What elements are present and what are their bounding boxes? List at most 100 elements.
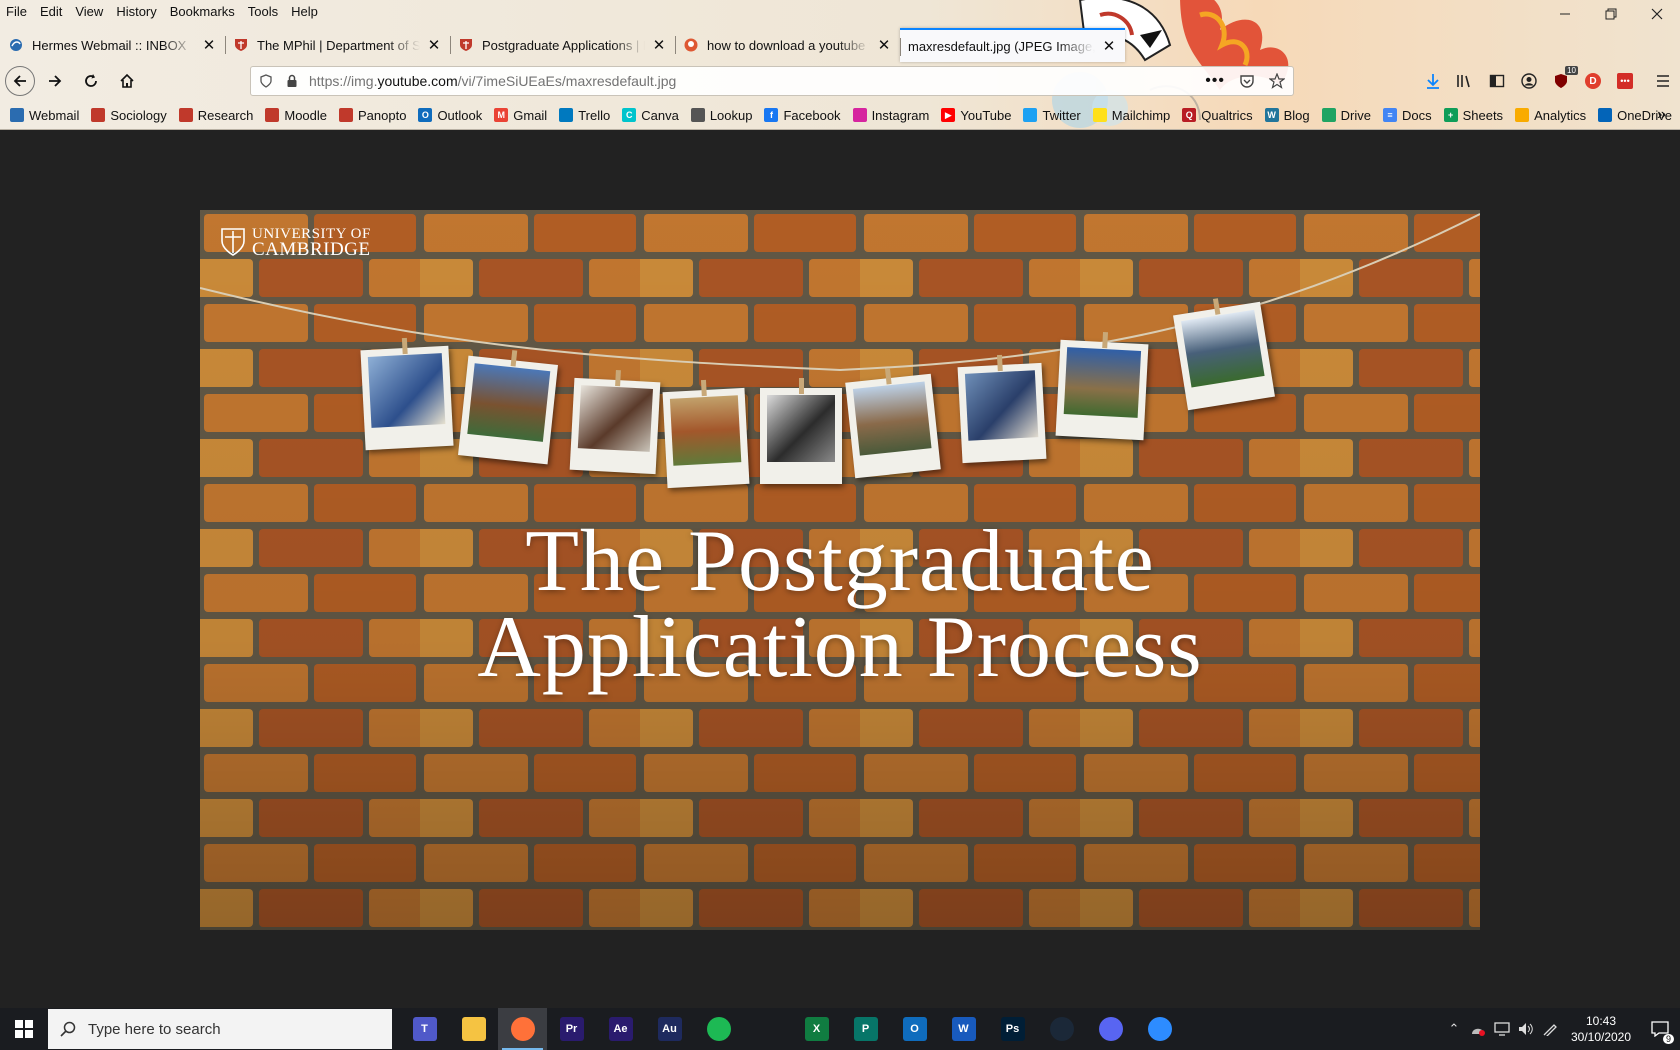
- bookmark-panopto[interactable]: Panopto: [339, 108, 406, 123]
- bookmark-star-icon[interactable]: [1269, 73, 1285, 89]
- bookmark-label: Research: [197, 107, 254, 123]
- url-text[interactable]: https://img.youtube.com/vi/7imeSiUEaEs/m…: [309, 73, 1205, 89]
- back-button[interactable]: [5, 66, 35, 96]
- bookmark-canva[interactable]: C Canva: [622, 108, 679, 123]
- action-center-button[interactable]: 9: [1640, 1008, 1680, 1050]
- more-bookmarks-chevron-icon[interactable]: »: [1657, 100, 1666, 129]
- pocket-icon[interactable]: [1239, 73, 1255, 89]
- bookmark-sociology[interactable]: Sociology: [91, 108, 167, 123]
- close-window-button[interactable]: [1634, 0, 1680, 28]
- taskbar-app-excel[interactable]: X: [792, 1008, 841, 1050]
- tab-close-icon[interactable]: ✕: [651, 36, 667, 54]
- taskbar-app-publisher[interactable]: P: [841, 1008, 890, 1050]
- taskbar-app-outlook[interactable]: O: [890, 1008, 939, 1050]
- bookmark-analytics[interactable]: Analytics: [1515, 108, 1586, 123]
- profile-extension-button[interactable]: D: [1582, 70, 1604, 92]
- bookmark-youtube[interactable]: ▶ YouTube: [941, 108, 1011, 123]
- taskbar-app-steam[interactable]: [1037, 1008, 1086, 1050]
- menu-file[interactable]: File: [6, 4, 27, 19]
- after-effects-icon: Ae: [608, 1017, 633, 1041]
- bookmark-moodle[interactable]: Moodle: [265, 108, 327, 123]
- lastpass-button[interactable]: •••: [1614, 70, 1636, 92]
- tab-postgraduate-applications[interactable]: Postgraduate Applications | Department ✕: [450, 28, 675, 62]
- tray-app-icon[interactable]: [1466, 1008, 1490, 1050]
- lock-icon[interactable]: [285, 74, 299, 88]
- menu-view[interactable]: View: [75, 4, 103, 19]
- taskbar-app-discord[interactable]: [1086, 1008, 1135, 1050]
- tab-maxresdefault-image[interactable]: maxresdefault.jpg (JPEG Image, 1280 ✕: [900, 28, 1125, 62]
- tab-close-icon[interactable]: ✕: [1101, 37, 1117, 55]
- home-button[interactable]: [111, 65, 143, 97]
- bookmarks-toolbar: Webmail Sociology Research Moodle Panopto O Ou…: [0, 100, 1680, 129]
- bookmark-label: Mailchimp: [1111, 107, 1171, 123]
- url-bar[interactable]: https://img.youtube.com/vi/7imeSiUEaEs/m…: [250, 66, 1294, 96]
- bookmark-drive[interactable]: Drive: [1321, 108, 1371, 123]
- menu-bookmarks[interactable]: Bookmarks: [170, 4, 235, 19]
- system-clock[interactable]: 10:43 30/10/2020: [1562, 1013, 1640, 1045]
- minimize-button[interactable]: [1542, 0, 1588, 28]
- menu-history[interactable]: History: [116, 4, 156, 19]
- taskbar-search-input[interactable]: Type here to search: [48, 1009, 392, 1049]
- taskbar-app-zoom[interactable]: [1135, 1008, 1184, 1050]
- account-button[interactable]: [1518, 70, 1540, 92]
- cambridge-crest-icon: [221, 228, 245, 256]
- file-explorer-icon: [461, 1017, 486, 1041]
- bookmark-blog[interactable]: W Blog: [1264, 108, 1310, 123]
- taskbar-app-audition[interactable]: Au: [645, 1008, 694, 1050]
- taskbar-app-after-effects[interactable]: Ae: [596, 1008, 645, 1050]
- tab-close-icon[interactable]: ✕: [876, 36, 892, 54]
- open-menu-button[interactable]: [1652, 70, 1674, 92]
- menu-help[interactable]: Help: [291, 4, 318, 19]
- taskbar-app-spotify[interactable]: [694, 1008, 743, 1050]
- bookmark-sheets[interactable]: + Sheets: [1443, 108, 1503, 123]
- bookmark-instagram[interactable]: Instagram: [852, 108, 929, 123]
- show-hidden-icons-chevron-icon[interactable]: ⌃: [1442, 1008, 1466, 1050]
- bookmark-trello[interactable]: Trello: [559, 108, 610, 123]
- taskbar-app-photoshop[interactable]: Ps: [988, 1008, 1037, 1050]
- bookmark-outlook[interactable]: O Outlook: [418, 108, 482, 123]
- home-icon: [120, 73, 134, 88]
- bookmark-twitter[interactable]: Twitter: [1023, 108, 1081, 123]
- bookmark-qualtrics[interactable]: Q Qualtrics: [1182, 108, 1253, 123]
- taskbar-app-word[interactable]: W: [939, 1008, 988, 1050]
- mailchimp-icon: [1092, 108, 1107, 122]
- bookmark-gmail[interactable]: M Gmail: [494, 108, 547, 123]
- start-button[interactable]: [0, 1008, 48, 1050]
- menu-edit[interactable]: Edit: [40, 4, 62, 19]
- bookmark-facebook[interactable]: f Facebook: [764, 107, 841, 123]
- bookmark-webmail[interactable]: Webmail: [10, 108, 79, 123]
- displayed-image[interactable]: UNIVERSITY OF CAMBRIDGE The Postgraduate…: [200, 210, 1480, 930]
- tab-mphil-sociology[interactable]: The MPhil | Department of Sociology ✕: [225, 28, 450, 62]
- tracking-shield-icon[interactable]: [259, 74, 273, 88]
- taskbar-app-firefox[interactable]: [498, 1008, 547, 1050]
- tab-youtube-download-search[interactable]: how to download a youtube video ✕: [675, 28, 900, 62]
- tab-hermes-webmail[interactable]: Hermes Webmail :: INBOX ✕: [0, 28, 225, 62]
- downloads-button[interactable]: [1422, 70, 1444, 92]
- bookmark-lookup[interactable]: Lookup: [690, 108, 752, 123]
- bookmark-label: Moodle: [284, 107, 327, 123]
- restore-button[interactable]: [1588, 0, 1634, 28]
- taskbar-app-file-explorer[interactable]: [449, 1008, 498, 1050]
- tab-close-icon[interactable]: ✕: [426, 36, 442, 54]
- bookmark-label: YouTube: [960, 107, 1012, 123]
- menu-tools[interactable]: Tools: [248, 4, 278, 19]
- volume-icon[interactable]: [1514, 1008, 1538, 1050]
- taskbar-app-nvidia[interactable]: [743, 1008, 792, 1050]
- teams-icon: T: [412, 1017, 437, 1041]
- bookmark-mailchimp[interactable]: Mailchimp: [1092, 107, 1171, 123]
- page-actions-icon[interactable]: •••: [1205, 72, 1225, 90]
- bookmark-docs[interactable]: ≡ Docs: [1382, 108, 1432, 123]
- ublock-origin-button[interactable]: 10: [1550, 66, 1578, 92]
- pen-ink-icon[interactable]: [1538, 1008, 1562, 1050]
- taskbar-app-premiere-pro[interactable]: Pr: [547, 1008, 596, 1050]
- taskbar-app-teams[interactable]: T: [400, 1008, 449, 1050]
- sidebar-button[interactable]: [1486, 70, 1508, 92]
- bookmark-research[interactable]: Research: [178, 107, 254, 123]
- network-icon[interactable]: [1490, 1008, 1514, 1050]
- bookmark-label: Facebook: [783, 107, 841, 123]
- tab-close-icon[interactable]: ✕: [201, 36, 217, 54]
- forward-button[interactable]: [39, 65, 71, 97]
- cambridge-shield-icon: [233, 37, 249, 53]
- library-button[interactable]: [1454, 70, 1476, 92]
- reload-button[interactable]: [75, 65, 107, 97]
